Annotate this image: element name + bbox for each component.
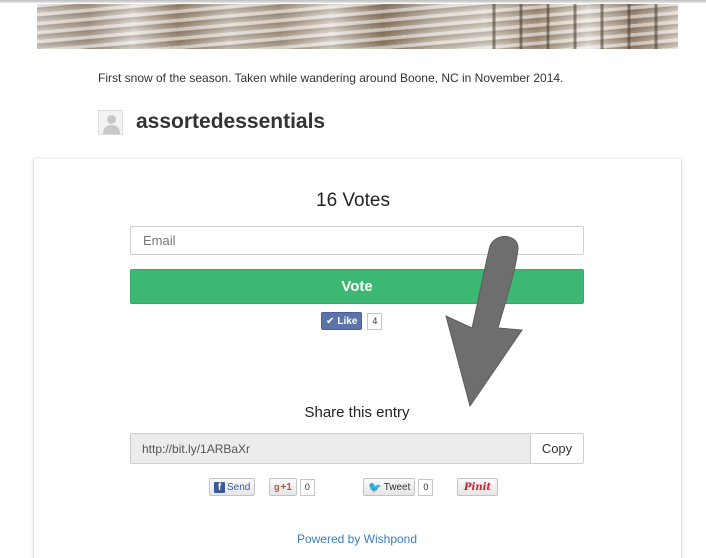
facebook-send-label: Send xyxy=(227,481,251,493)
facebook-like-count: 4 xyxy=(367,312,383,330)
top-rule xyxy=(0,0,706,3)
google-plus-button[interactable]: g +1 xyxy=(269,478,297,496)
facebook-like-label: Like xyxy=(337,315,358,327)
checkmark-icon: ✔ xyxy=(326,315,335,327)
vote-count: 16 Votes xyxy=(316,190,390,211)
google-plus-count: 0 xyxy=(299,478,315,496)
avatar-icon xyxy=(98,109,123,135)
tweet-button[interactable]: 🐦 Tweet xyxy=(363,478,416,496)
copy-button[interactable]: Copy xyxy=(531,434,583,463)
pin-it-button[interactable]: Pinit xyxy=(457,478,499,496)
wishpond-link[interactable]: Wishpond xyxy=(364,532,417,546)
google-plus-label: +1 xyxy=(280,481,292,493)
facebook-send-button[interactable]: f Send xyxy=(209,478,256,496)
pointer-arrow-icon xyxy=(445,235,523,408)
facebook-send-widget[interactable]: f Send xyxy=(209,478,256,496)
photo-trees-texture xyxy=(478,4,678,49)
pinterest-widget[interactable]: Pinit xyxy=(457,478,499,496)
author-name: assortedessentials xyxy=(136,110,326,133)
facebook-icon: f xyxy=(214,481,225,493)
twitter-bird-icon: 🐦 xyxy=(368,481,382,494)
share-url-field[interactable]: http://bit.ly/1ARBaXr xyxy=(131,434,531,463)
powered-by-footer: Powered by Wishpond xyxy=(0,532,706,546)
google-plus-icon: g xyxy=(274,482,280,492)
voting-panel xyxy=(33,159,682,558)
photo-caption: First snow of the season. Taken while wa… xyxy=(98,71,564,85)
tweet-count: 0 xyxy=(418,478,434,496)
share-link-box: http://bit.ly/1ARBaXr Copy xyxy=(130,433,584,464)
facebook-like-widget[interactable]: ✔ Like 4 xyxy=(321,312,383,330)
entry-photo xyxy=(37,4,678,49)
powered-by-prefix: Powered by xyxy=(296,532,361,546)
share-title: Share this entry xyxy=(304,404,410,421)
author-block: assortedessentials xyxy=(98,109,325,135)
tweet-label: Tweet xyxy=(383,481,411,493)
facebook-like-button[interactable]: ✔ Like xyxy=(321,312,363,330)
google-plus-widget[interactable]: g +1 0 xyxy=(269,478,315,496)
tweet-widget[interactable]: 🐦 Tweet 0 xyxy=(363,478,434,496)
